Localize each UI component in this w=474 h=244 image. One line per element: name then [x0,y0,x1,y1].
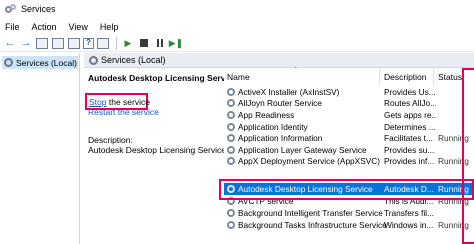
tree-item-label: Services (Local) [16,57,77,68]
start-service-icon[interactable]: ▶ [121,37,135,50]
status-column-highlight [462,68,474,244]
service-row[interactable]: ActiveX Installer (AxInstSV) Provides Us… [224,86,474,98]
show-hide-console-tree-icon[interactable] [36,37,48,49]
column-name-label: Name [227,72,250,82]
gear-icon [227,99,235,108]
service-description: Provides Us... [384,86,436,97]
service-description: Determines ... [384,121,436,132]
service-row[interactable]: Application Identity Determines ... [224,121,474,133]
gear-icon [227,220,235,229]
service-description: Gets apps re... [384,109,436,120]
service-row[interactable]: App Readiness Gets apps re... [224,109,474,121]
service-name: Background Intelligent Transfer Service [238,207,383,218]
gear-icon [227,110,235,119]
service-name: Background Tasks Infrastructure Service [238,219,386,230]
toolbar-separator [116,36,117,50]
service-name: AppX Deployment Service (AppXSVC) [238,156,381,167]
gear-icon [227,87,235,96]
sort-caret-icon: ^ [294,67,297,73]
service-name: Application Identity [238,121,308,132]
service-row[interactable]: Background Tasks Infrastructure Service … [224,219,474,231]
menu-help[interactable]: Help [94,22,125,32]
services-pane-header: Services (Local) [84,53,474,68]
export-list-icon[interactable] [68,37,80,49]
description-text: Autodesk Desktop Licensing Service [88,145,226,155]
properties-icon[interactable] [97,37,109,49]
selected-row-highlight [219,179,474,200]
console-tree: Services (Local) [0,53,80,244]
restart-service-icon[interactable]: ▶❚ [169,37,183,50]
services-list: ^ Name Description Status ActiveX Instal… [224,67,474,244]
service-name: ActiveX Installer (AxInstSV) [238,86,340,97]
service-description: Facilitates t... [384,133,433,144]
menu-action[interactable]: Action [26,22,63,32]
gear-icon [4,58,13,67]
gear-icon [227,157,235,166]
services-app-icon [5,3,16,15]
gear-icon [227,208,235,217]
service-row[interactable]: AppX Deployment Service (AppXSVC) Provid… [224,156,474,168]
stop-service-link[interactable]: Stop [89,97,107,107]
service-name: Application Layer Gateway Service [238,144,367,155]
column-description-label: Description [384,72,427,82]
stop-service-suffix: the service [106,96,150,107]
service-row[interactable]: AllJoyn Router Service Routes AllJo... [224,98,474,110]
menu-file[interactable]: File [0,22,26,32]
title-bar: Services [0,0,474,18]
column-header-description[interactable]: Description [380,68,434,86]
restart-service-link[interactable]: Restart the service [88,107,159,115]
help-icon[interactable]: ? [83,37,94,49]
refresh-icon[interactable] [52,37,64,49]
gear-icon [227,145,235,154]
service-description: Windows in... [384,219,434,230]
column-header-name[interactable]: ^ Name [224,67,380,86]
service-row[interactable]: Background Intelligent Transfer Service … [224,207,474,219]
pause-service-icon[interactable] [153,37,167,50]
window-title: Services [21,4,56,14]
stop-service-icon[interactable] [137,37,151,50]
back-arrow-icon[interactable]: ← [3,37,17,50]
service-row[interactable]: Application Information Facilitates t...… [224,132,474,144]
service-name: Application Information [238,133,323,144]
service-name: App Readiness [238,109,295,120]
forward-arrow-icon[interactable]: → [19,37,33,50]
service-description: Transfers fil... [384,207,434,218]
extended-detail-panel: Autodesk Desktop Licensing Service Stop … [84,68,237,244]
column-status-label: Status [438,72,463,82]
toolbar: ← → ? ▶ ▶❚ [0,35,474,52]
service-description: Provides su... [384,144,435,155]
service-description: Provides inf... [384,156,435,167]
gear-icon [89,55,98,65]
gear-icon [227,134,235,143]
selected-service-title: Autodesk Desktop Licensing Service [88,73,238,83]
gear-icon [227,122,235,131]
menu-bar: File Action View Help [0,19,474,34]
tree-item-services-local[interactable]: Services (Local) [2,56,78,69]
service-row[interactable]: Application Layer Gateway Service Provid… [224,144,474,156]
pane-header-title: Services (Local) [101,55,166,65]
service-description: Routes AllJo... [384,98,436,109]
service-name: AllJoyn Router Service [238,98,322,109]
description-label: Description: [88,135,133,145]
menu-view[interactable]: View [63,22,94,32]
